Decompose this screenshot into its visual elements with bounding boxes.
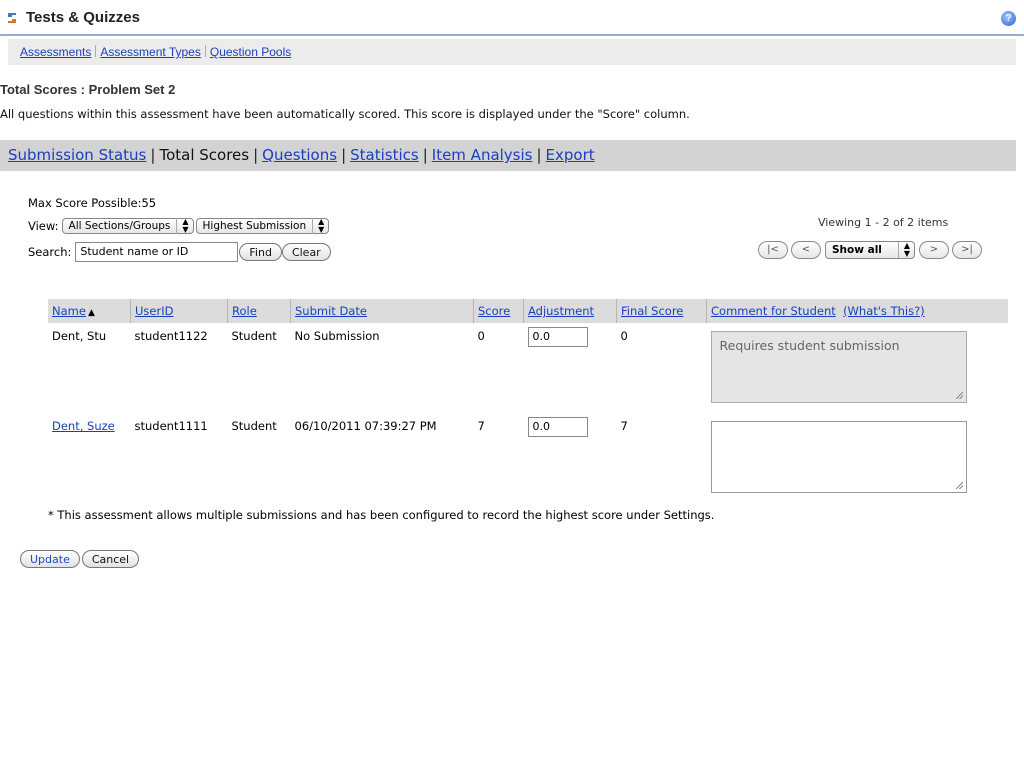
last-page-button[interactable]: >|	[952, 241, 982, 259]
page-title: Total Scores : Problem Set 2	[0, 82, 176, 97]
menu-divider	[204, 45, 206, 57]
tab-separator: |	[536, 146, 542, 164]
table-row: Dent, Stu student1122 Student No Submiss…	[48, 323, 1008, 413]
tool-menu: Assessments Assessment Types Question Pool…	[8, 39, 1016, 65]
find-button[interactable]: Find	[239, 243, 282, 261]
score-tabs: Submission Status | Total Scores | Questions…	[0, 140, 1016, 171]
adjustment-input[interactable]: 0.0	[527, 327, 588, 347]
student-userid: student1122	[134, 329, 208, 343]
comment-textarea[interactable]	[710, 421, 967, 493]
info-message: All questions within this assessment hav…	[0, 107, 690, 121]
select-arrows-icon: ▲ ▼	[312, 218, 324, 234]
score-value: 7	[477, 419, 485, 433]
comment-textarea: Requires student submission	[710, 331, 967, 403]
resize-grip-icon[interactable]	[955, 482, 963, 489]
viewing-count: Viewing 1 - 2 of 2 items	[818, 216, 949, 229]
next-page-button[interactable]: >	[919, 241, 949, 259]
search-label: Search:	[28, 245, 72, 259]
column-final-score[interactable]: Final Score	[616, 299, 707, 323]
column-score[interactable]: Score	[473, 299, 524, 323]
submission-select-value: Highest Submission	[202, 220, 307, 232]
max-score-label: Max Score Possible:55	[28, 196, 157, 210]
menu-question-pools[interactable]: Question Pools	[210, 45, 291, 59]
sections-select-value: All Sections/Groups	[68, 220, 171, 232]
final-score-value: 7	[620, 419, 628, 433]
tab-submission-status[interactable]: Submission Status	[8, 146, 146, 164]
column-comment: Comment for Student (What's This?)	[706, 299, 1008, 323]
menu-divider	[95, 45, 97, 57]
comment-cell: Requires student submission	[707, 323, 1009, 413]
submit-date: No Submission	[294, 329, 380, 343]
search-row: Search: Student name or ID Find Clear	[28, 242, 331, 262]
column-submit-date[interactable]: Submit Date	[290, 299, 474, 323]
table-header-row: Name ▲ UserID Role Submit Date Score Adju…	[48, 299, 1008, 323]
tab-separator: |	[150, 146, 156, 164]
help-icon[interactable]: ?	[1001, 11, 1016, 26]
menu-assessment-types[interactable]: Assessment Types	[100, 45, 201, 59]
column-userid-link[interactable]: UserID	[135, 304, 173, 318]
column-score-link[interactable]: Score	[478, 304, 510, 318]
column-name-link[interactable]: Name	[52, 304, 86, 318]
select-arrows-icon: ▲ ▼	[176, 218, 189, 234]
student-role: Student	[231, 419, 277, 433]
submission-select[interactable]: Highest Submission ▲ ▼	[195, 218, 330, 234]
search-input[interactable]: Student name or ID	[75, 242, 239, 262]
score-value: 0	[477, 329, 485, 343]
view-filter-row: View: All Sections/Groups ▲ ▼ Highest Sub…	[28, 218, 330, 234]
column-name[interactable]: Name ▲	[48, 299, 131, 323]
view-label: View:	[28, 219, 59, 233]
adjustment-cell: 0.0	[524, 413, 617, 497]
submit-date: 06/10/2011 07:39:27 PM	[294, 419, 437, 433]
student-name-link[interactable]: Dent, Suze	[52, 419, 115, 433]
adjustment-cell: 0.0	[524, 323, 617, 413]
scores-table: Name ▲ UserID Role Submit Date Score Adju…	[48, 299, 1008, 497]
tool-title: Tests & Quizzes	[26, 9, 140, 26]
final-score-value: 0	[620, 329, 628, 343]
first-page-button[interactable]: |<	[758, 241, 788, 259]
table-row: Dent, Suze student1111 Student 06/10/201…	[48, 413, 1008, 497]
tab-separator: |	[341, 146, 347, 164]
adjustment-input[interactable]: 0.0	[527, 417, 588, 437]
tab-separator: |	[253, 146, 259, 164]
column-userid[interactable]: UserID	[130, 299, 228, 323]
tab-statistics[interactable]: Statistics	[350, 146, 419, 164]
form-actions: Update Cancel	[20, 550, 140, 568]
tab-export[interactable]: Export	[546, 146, 595, 164]
select-arrows-icon: ▲ ▼	[897, 242, 910, 258]
settings-footnote: * This assessment allows multiple submis…	[48, 508, 715, 522]
page-size-value: Show all	[832, 244, 882, 256]
comment-cell	[707, 413, 1009, 497]
column-final-score-link[interactable]: Final Score	[621, 304, 683, 318]
column-adjustment-link[interactable]: Adjustment	[528, 304, 594, 318]
tab-questions[interactable]: Questions	[262, 146, 337, 164]
column-role-link[interactable]: Role	[232, 304, 257, 318]
clear-button[interactable]: Clear	[281, 243, 331, 261]
update-button[interactable]: Update	[20, 550, 80, 568]
student-role: Student	[231, 329, 277, 343]
student-name: Dent, Stu	[52, 329, 107, 343]
tools-icon	[8, 13, 16, 23]
column-submit-date-link[interactable]: Submit Date	[295, 304, 367, 318]
column-comment-link[interactable]: Comment for Student	[711, 304, 836, 318]
page-size-select[interactable]: Show all ▲ ▼	[825, 241, 915, 259]
tab-item-analysis[interactable]: Item Analysis	[432, 146, 533, 164]
column-adjustment[interactable]: Adjustment	[523, 299, 617, 323]
tab-total-scores: Total Scores	[159, 146, 250, 164]
cancel-button[interactable]: Cancel	[81, 550, 140, 568]
comment-text: Requires student submission	[719, 338, 900, 353]
tab-separator: |	[422, 146, 428, 164]
sort-ascending-icon: ▲	[87, 308, 95, 318]
student-name-cell: Dent, Suze	[48, 413, 131, 497]
sections-select[interactable]: All Sections/Groups ▲ ▼	[61, 218, 194, 234]
pager: |< < Show all ▲ ▼ > >|	[758, 241, 982, 259]
resize-grip-icon	[955, 392, 963, 399]
column-role[interactable]: Role	[227, 299, 291, 323]
menu-assessments[interactable]: Assessments	[20, 45, 91, 59]
tool-title-bar: Tests & Quizzes ?	[0, 0, 1024, 36]
whats-this-link[interactable]: (What's This?)	[843, 304, 925, 318]
previous-page-button[interactable]: <	[791, 241, 821, 259]
student-userid: student1111	[134, 419, 208, 433]
